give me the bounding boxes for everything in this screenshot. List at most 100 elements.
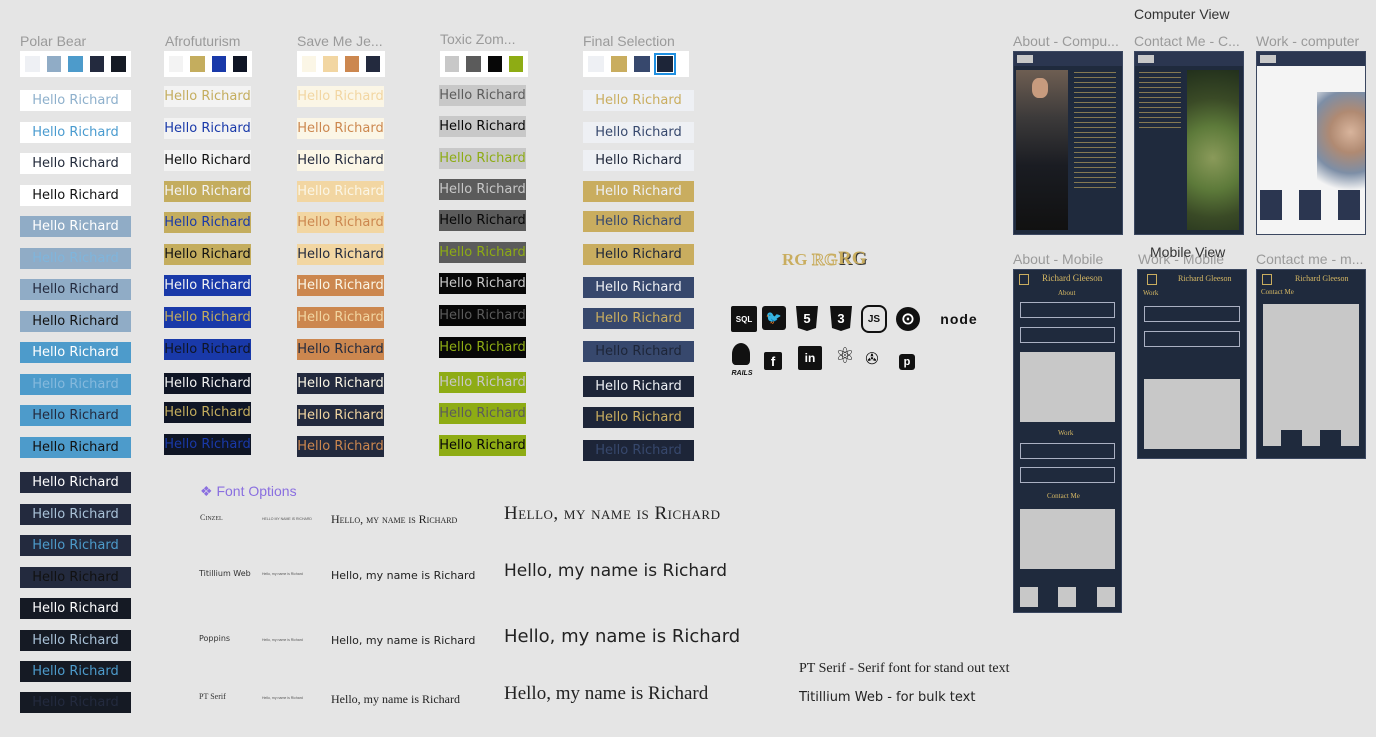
rg-logo-icon: RG — [782, 250, 808, 269]
color-swatch[interactable] — [654, 53, 676, 75]
about-text-block — [1074, 72, 1116, 190]
font-sample-tiny: Hello, my name is Richard — [262, 572, 303, 576]
hello-swatch: Hello Richard — [297, 118, 384, 139]
color-swatch[interactable] — [302, 56, 317, 72]
hello-swatch: Hello Richard — [439, 242, 526, 263]
color-swatch[interactable] — [46, 56, 62, 72]
hello-swatch: Hello Richard — [164, 150, 251, 171]
color-swatch[interactable] — [508, 56, 523, 72]
hello-swatch: Hello Richard — [439, 273, 526, 294]
mockup-label: Contact me - m... — [1256, 251, 1364, 267]
hello-swatch: Hello Richard — [164, 86, 251, 107]
portrait-face — [1032, 78, 1048, 98]
mobile-contact-placeholder — [1263, 304, 1359, 430]
mobile-about-line — [1020, 327, 1115, 343]
color-swatch[interactable] — [588, 56, 604, 72]
linkedin-icon: in — [798, 346, 822, 370]
color-swatch[interactable] — [211, 56, 226, 72]
color-swatch[interactable] — [323, 56, 338, 72]
contact-computer-mockup[interactable] — [1134, 51, 1244, 235]
hello-swatch: Hello Richard — [297, 339, 384, 360]
font-sample-medium: Hello, my name is Richard — [331, 569, 476, 582]
color-swatch[interactable] — [169, 56, 184, 72]
hello-swatch: Hello Richard — [439, 435, 526, 456]
hello-swatch: Hello Richard — [164, 181, 251, 202]
palette-title: Final Selection — [583, 33, 675, 49]
contact-mobile-mockup[interactable]: Richard Gleeson Contact Me — [1256, 269, 1366, 459]
work-computer-mockup[interactable] — [1256, 51, 1366, 235]
rg-logo-dark-icon: RG — [838, 248, 867, 269]
hello-swatch: Hello Richard — [297, 244, 384, 265]
color-swatch[interactable] — [111, 56, 126, 72]
mockup-label: Contact Me - C... — [1134, 33, 1240, 49]
color-swatch[interactable] — [365, 56, 380, 72]
hello-swatch: Hello Richard — [439, 403, 526, 424]
palette-swatches — [297, 51, 385, 77]
hello-swatch: Hello Richard — [583, 122, 694, 143]
font-sample-large: Hello, my name is Richard — [504, 561, 728, 581]
hello-swatch: Hello Richard — [20, 504, 131, 525]
hello-swatch: Hello Richard — [20, 437, 131, 458]
mobile-section-contact: Contact Me — [1047, 492, 1080, 500]
mobile-work-line — [1020, 467, 1115, 483]
font-sample-medium: Hello, my name is Richard — [331, 692, 460, 706]
hello-swatch: Hello Richard — [439, 372, 526, 393]
hello-swatch: Hello Richard — [20, 598, 131, 619]
twitter-icon: 🐦 — [762, 306, 786, 330]
electron-icon: ✇ — [865, 351, 879, 368]
mobile-footer-tile — [1020, 587, 1038, 607]
hello-swatch: Hello Richard — [20, 122, 131, 143]
hello-swatch: Hello Richard — [583, 244, 694, 265]
hello-swatch: Hello Richard — [583, 181, 694, 202]
font-options-header[interactable]: ❖ Font Options — [200, 483, 297, 500]
font-sample-tiny: Hello, my name is Richard — [262, 638, 303, 642]
html5-icon: 5 — [796, 306, 818, 331]
color-swatch[interactable] — [89, 56, 105, 72]
mobile-section-about: About — [1058, 289, 1076, 297]
color-swatch[interactable] — [344, 56, 359, 72]
sql-icon: SQL — [731, 306, 757, 332]
work-tile — [1299, 190, 1321, 220]
color-swatch[interactable] — [466, 56, 481, 72]
color-swatch[interactable] — [611, 56, 627, 72]
hello-swatch: Hello Richard — [20, 692, 131, 713]
work-mobile-mockup[interactable]: Richard Gleeson Work — [1137, 269, 1247, 459]
work-tile — [1338, 190, 1360, 220]
palette-swatches — [164, 51, 252, 77]
hello-swatch: Hello Richard — [583, 440, 694, 461]
rg-logo-outline-icon: RG — [812, 250, 838, 270]
color-swatch[interactable] — [190, 56, 205, 72]
font-sample-large: Hello, my name is Richard — [504, 626, 741, 647]
palette-title: Afrofuturism — [165, 33, 241, 49]
font-sample-large: Hello, my name is Richard — [504, 503, 721, 524]
computer-view-title: Computer View — [1134, 6, 1230, 22]
mockup-label: Work - computer — [1256, 33, 1360, 49]
mock-logo-box — [1260, 55, 1276, 63]
hello-swatch: Hello Richard — [20, 535, 131, 556]
mobile-work-line — [1144, 331, 1240, 347]
color-swatch[interactable] — [68, 56, 83, 72]
hello-swatch: Hello Richard — [583, 407, 694, 428]
palette-swatches — [440, 51, 528, 77]
hello-swatch: Hello Richard — [20, 216, 131, 237]
about-computer-mockup[interactable] — [1013, 51, 1123, 235]
font-sample-tiny: Hello, my name is Richard — [262, 696, 303, 700]
hello-swatch: Hello Richard — [20, 405, 131, 426]
color-swatch[interactable] — [232, 56, 247, 72]
rails-train-shape — [732, 343, 750, 365]
mobile-section-work: Work — [1058, 429, 1074, 437]
mobile-footer-tile — [1302, 426, 1320, 446]
css3-icon: 3 — [830, 306, 852, 331]
color-swatch[interactable] — [634, 56, 650, 72]
mobile-contact-placeholder — [1020, 509, 1115, 569]
font-sample-large: Hello, my name is Richard — [504, 683, 709, 704]
mock-logo-box — [1138, 55, 1154, 63]
color-swatch[interactable] — [445, 56, 460, 72]
mobile-about-image-placeholder — [1020, 352, 1115, 422]
color-swatch[interactable] — [487, 56, 502, 72]
color-swatch[interactable] — [25, 56, 40, 72]
about-mobile-mockup[interactable]: Richard Gleeson About Work Contact Me — [1013, 269, 1122, 613]
hello-swatch: Hello Richard — [439, 179, 526, 200]
hello-swatch: Hello Richard — [439, 116, 526, 137]
hello-swatch: Hello Richard — [297, 307, 384, 328]
